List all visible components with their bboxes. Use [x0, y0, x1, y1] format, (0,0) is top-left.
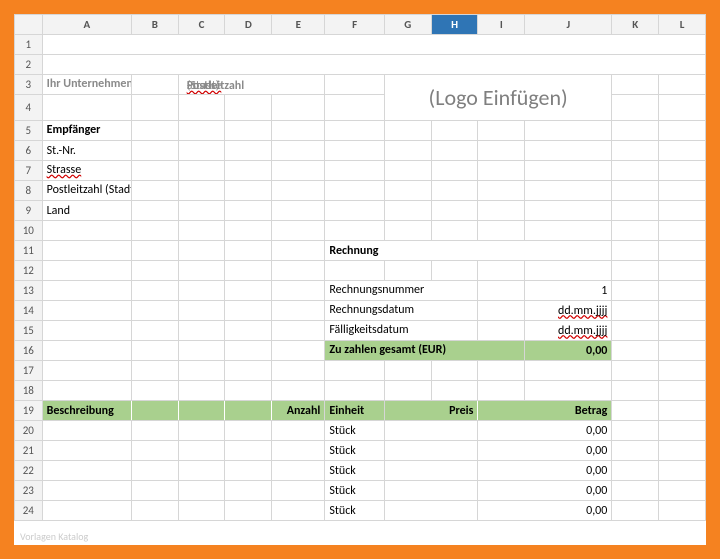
row-header[interactable]: 1	[15, 35, 43, 55]
total-value-cell[interactable]: 0,00	[525, 341, 612, 361]
col-header[interactable]: J	[525, 15, 612, 35]
row-header[interactable]: 6	[15, 141, 43, 161]
header-desc[interactable]: Beschreibung	[42, 401, 131, 421]
cell[interactable]: 0,00	[478, 461, 612, 481]
row-header[interactable]: 8	[15, 181, 43, 201]
cell[interactable]: Land	[42, 201, 131, 221]
invoice-due-label-cell[interactable]: Fälligkeitsdatum	[325, 321, 478, 341]
cell[interactable]	[42, 461, 131, 481]
cell[interactable]	[42, 441, 131, 461]
cell[interactable]	[42, 501, 131, 521]
watermark: Vorlagen Katalog	[20, 530, 88, 543]
cell[interactable]: 0,00	[478, 501, 612, 521]
invoice-due-value-cell[interactable]: dd.mm.jjjj	[525, 321, 612, 341]
row-header[interactable]: 16	[15, 341, 43, 361]
cell[interactable]: Stück	[325, 421, 385, 441]
company-name-cell[interactable]: Ihr Unternehmen	[42, 75, 131, 95]
company-name: Ihr Unternehmen	[47, 77, 132, 91]
row-header[interactable]: 2	[15, 55, 43, 75]
cell[interactable]: 0,00	[478, 421, 612, 441]
invoice-date-label-cell[interactable]: Rechnungsdatum	[325, 301, 478, 321]
cell[interactable]: Stück	[325, 481, 385, 501]
cell[interactable]	[42, 421, 131, 441]
header-qty[interactable]: Anzahl	[272, 401, 325, 421]
row-header[interactable]: 21	[15, 441, 43, 461]
col-header[interactable]: F	[325, 15, 385, 35]
cell[interactable]: Postleitzahl (Stadt)	[42, 181, 131, 201]
row-header[interactable]: 13	[15, 281, 43, 301]
col-header-selected[interactable]: H	[431, 15, 478, 35]
header-unit[interactable]: Einheit	[325, 401, 385, 421]
col-header[interactable]: K	[612, 15, 659, 35]
total-label-cell[interactable]: Zu zahlen gesamt (EUR)	[325, 341, 525, 361]
row-header[interactable]: 20	[15, 421, 43, 441]
cell[interactable]	[42, 55, 705, 75]
row-header[interactable]: 24	[15, 501, 43, 521]
cell[interactable]	[384, 421, 478, 441]
row-header[interactable]: 9	[15, 201, 43, 221]
row-header[interactable]: 12	[15, 261, 43, 281]
row-header[interactable]: 23	[15, 481, 43, 501]
col-header[interactable]: G	[384, 15, 431, 35]
row-header[interactable]: 3	[15, 75, 43, 95]
row-header[interactable]: 22	[15, 461, 43, 481]
cell[interactable]: Stück	[325, 501, 385, 521]
col-header[interactable]: C	[178, 15, 225, 35]
cell[interactable]: Stück	[325, 461, 385, 481]
row-header[interactable]: 18	[15, 381, 43, 401]
cell[interactable]: Strasse	[42, 161, 131, 181]
row-header[interactable]: 17	[15, 361, 43, 381]
invoice-title-cell[interactable]: Rechnung	[325, 241, 612, 261]
row-header[interactable]: 7	[15, 161, 43, 181]
col-header[interactable]: B	[131, 15, 178, 35]
row-header[interactable]: 10	[15, 221, 43, 241]
header-amount[interactable]: Betrag	[478, 401, 612, 421]
cell[interactable]	[272, 421, 325, 441]
cell[interactable]: 0,00	[478, 441, 612, 461]
invoice-num-value-cell[interactable]: 1	[525, 281, 612, 301]
recipient-header-cell[interactable]: Empfänger	[42, 121, 131, 141]
row-header[interactable]: 19	[15, 401, 43, 421]
invoice-num-label-cell[interactable]: Rechnungsnummer	[325, 281, 478, 301]
row-header[interactable]: 4	[15, 95, 43, 121]
header-price[interactable]: Preis	[384, 401, 478, 421]
company-address-cell[interactable]: Strasse - Postleitzahl (Stadt)	[178, 75, 325, 95]
row-header[interactable]: 15	[15, 321, 43, 341]
cell[interactable]: Stück	[325, 441, 385, 461]
col-header[interactable]: A	[42, 15, 131, 35]
select-all-corner[interactable]	[15, 15, 43, 35]
recipient-header: Empfänger	[47, 123, 101, 137]
row-header[interactable]: 5	[15, 121, 43, 141]
row-header[interactable]: 14	[15, 301, 43, 321]
spreadsheet-grid[interactable]: A B C D E F G H I J K L 1 2 3 Ihr Untern…	[14, 14, 706, 521]
logo-placeholder: (Logo Einfügen)	[429, 84, 568, 111]
cell[interactable]: St.-Nr.	[42, 141, 131, 161]
logo-placeholder-cell[interactable]: (Logo Einfügen)	[384, 75, 611, 121]
col-header[interactable]: D	[225, 15, 272, 35]
invoice-date-value-cell[interactable]: dd.mm.jjjj	[525, 301, 612, 321]
cell[interactable]	[42, 35, 705, 55]
column-headers[interactable]: A B C D E F G H I J K L	[15, 15, 706, 35]
cell[interactable]: 0,00	[478, 481, 612, 501]
col-header[interactable]: E	[272, 15, 325, 35]
col-header[interactable]: L	[659, 15, 706, 35]
cell[interactable]	[42, 481, 131, 501]
col-header[interactable]: I	[478, 15, 525, 35]
row-header[interactable]: 11	[15, 241, 43, 261]
